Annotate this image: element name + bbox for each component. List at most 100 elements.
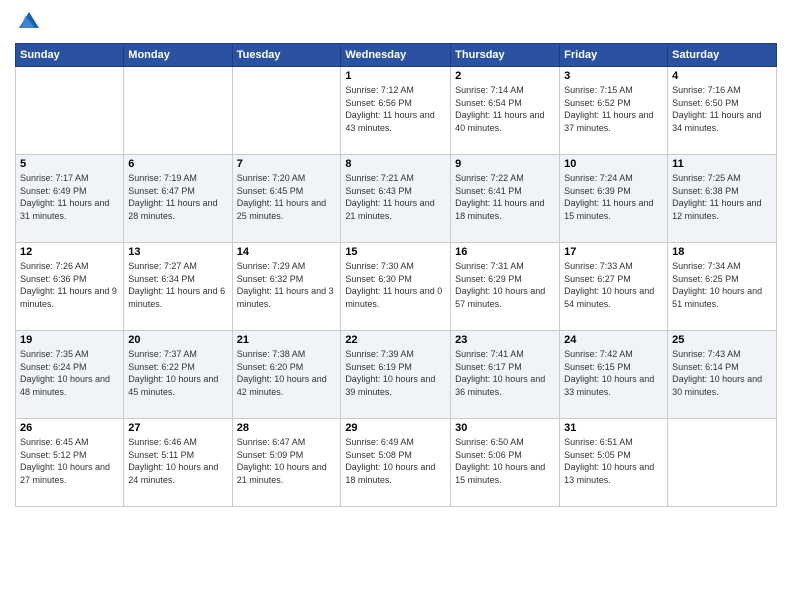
day-number: 1 — [345, 70, 446, 82]
calendar-cell: 15 Sunrise: 7:30 AM Sunset: 6:30 PM Dayli… — [341, 243, 451, 331]
calendar-week-4: 19 Sunrise: 7:35 AM Sunset: 6:24 PM Dayli… — [16, 331, 777, 419]
day-number: 28 — [237, 422, 337, 434]
calendar-cell: 25Sunrise: 7:43 AM Sunset: 6:14 PM Dayli… — [668, 331, 777, 419]
day-info: Sunrise: 6:47 AM Sunset: 5:09 PM Dayligh… — [237, 436, 337, 486]
day-info: Sunrise: 7:16 AM Sunset: 6:50 PM Dayligh… — [672, 84, 772, 134]
calendar-cell: 9 Sunrise: 7:22 AM Sunset: 6:41 PM Daylig… — [451, 155, 560, 243]
calendar-cell: 31Sunrise: 6:51 AM Sunset: 5:05 PM Dayli… — [560, 419, 668, 507]
day-number: 8 — [345, 158, 446, 170]
day-number: 22 — [345, 334, 446, 346]
calendar-cell: 8 Sunrise: 7:21 AM Sunset: 6:43 PM Daylig… — [341, 155, 451, 243]
day-info: Sunrise: 6:50 AM Sunset: 5:06 PM Dayligh… — [455, 436, 555, 486]
calendar-cell: 5Sunrise: 7:17 AM Sunset: 6:49 PM Daylig… — [16, 155, 124, 243]
day-number: 4 — [672, 70, 772, 82]
calendar: SundayMondayTuesdayWednesdayThursdayFrid… — [15, 43, 777, 507]
day-info: Sunrise: 7:15 AM Sunset: 6:52 PM Dayligh… — [564, 84, 663, 134]
day-number: 5 — [20, 158, 119, 170]
calendar-header-wednesday: Wednesday — [341, 44, 451, 67]
day-info: Sunrise: 7:26 AM Sunset: 6:36 PM Dayligh… — [20, 260, 119, 310]
day-number: 17 — [564, 246, 663, 258]
calendar-cell — [16, 67, 124, 155]
day-number: 21 — [237, 334, 337, 346]
day-number: 25 — [672, 334, 772, 346]
calendar-week-5: 26 Sunrise: 6:45 AM Sunset: 5:12 PM Dayli… — [16, 419, 777, 507]
calendar-header-saturday: Saturday — [668, 44, 777, 67]
calendar-cell: 18Sunrise: 7:34 AM Sunset: 6:25 PM Dayli… — [668, 243, 777, 331]
day-info: Sunrise: 7:31 AM Sunset: 6:29 PM Dayligh… — [455, 260, 555, 310]
day-number: 11 — [672, 158, 772, 170]
day-number: 6 — [128, 158, 227, 170]
day-number: 26 — [20, 422, 119, 434]
day-info: Sunrise: 7:39 AM Sunset: 6:19 PM Dayligh… — [345, 348, 446, 398]
day-info: Sunrise: 6:46 AM Sunset: 5:11 PM Dayligh… — [128, 436, 227, 486]
calendar-cell: 26 Sunrise: 6:45 AM Sunset: 5:12 PM Dayli… — [16, 419, 124, 507]
calendar-cell — [124, 67, 232, 155]
day-number: 19 — [20, 334, 119, 346]
day-info: Sunrise: 7:33 AM Sunset: 6:27 PM Dayligh… — [564, 260, 663, 310]
day-info: Sunrise: 6:49 AM Sunset: 5:08 PM Dayligh… — [345, 436, 446, 486]
calendar-cell: 22 Sunrise: 7:39 AM Sunset: 6:19 PM Dayli… — [341, 331, 451, 419]
logo — [15, 10, 41, 35]
calendar-header-row: SundayMondayTuesdayWednesdayThursdayFrid… — [16, 44, 777, 67]
calendar-cell: 12 Sunrise: 7:26 AM Sunset: 6:36 PM Dayli… — [16, 243, 124, 331]
calendar-cell: 29 Sunrise: 6:49 AM Sunset: 5:08 PM Dayli… — [341, 419, 451, 507]
day-info: Sunrise: 7:21 AM Sunset: 6:43 PM Dayligh… — [345, 172, 446, 222]
calendar-cell: 2 Sunrise: 7:14 AM Sunset: 6:54 PM Daylig… — [451, 67, 560, 155]
day-info: Sunrise: 7:42 AM Sunset: 6:15 PM Dayligh… — [564, 348, 663, 398]
calendar-cell: 4 Sunrise: 7:16 AM Sunset: 6:50 PM Daylig… — [668, 67, 777, 155]
day-number: 2 — [455, 70, 555, 82]
day-info: Sunrise: 6:45 AM Sunset: 5:12 PM Dayligh… — [20, 436, 119, 486]
day-info: Sunrise: 7:38 AM Sunset: 6:20 PM Dayligh… — [237, 348, 337, 398]
calendar-cell: 21 Sunrise: 7:38 AM Sunset: 6:20 PM Dayli… — [232, 331, 341, 419]
day-info: Sunrise: 7:41 AM Sunset: 6:17 PM Dayligh… — [455, 348, 555, 398]
header — [15, 10, 777, 35]
calendar-header-monday: Monday — [124, 44, 232, 67]
day-number: 9 — [455, 158, 555, 170]
day-info: Sunrise: 7:24 AM Sunset: 6:39 PM Dayligh… — [564, 172, 663, 222]
day-info: Sunrise: 7:30 AM Sunset: 6:30 PM Dayligh… — [345, 260, 446, 310]
calendar-cell: 20 Sunrise: 7:37 AM Sunset: 6:22 PM Dayli… — [124, 331, 232, 419]
day-number: 3 — [564, 70, 663, 82]
day-info: Sunrise: 7:14 AM Sunset: 6:54 PM Dayligh… — [455, 84, 555, 134]
calendar-cell: 10Sunrise: 7:24 AM Sunset: 6:39 PM Dayli… — [560, 155, 668, 243]
day-info: Sunrise: 7:19 AM Sunset: 6:47 PM Dayligh… — [128, 172, 227, 222]
calendar-header-thursday: Thursday — [451, 44, 560, 67]
day-number: 23 — [455, 334, 555, 346]
day-number: 30 — [455, 422, 555, 434]
day-info: Sunrise: 7:25 AM Sunset: 6:38 PM Dayligh… — [672, 172, 772, 222]
calendar-cell: 30 Sunrise: 6:50 AM Sunset: 5:06 PM Dayli… — [451, 419, 560, 507]
day-number: 29 — [345, 422, 446, 434]
day-number: 12 — [20, 246, 119, 258]
day-number: 14 — [237, 246, 337, 258]
day-info: Sunrise: 7:29 AM Sunset: 6:32 PM Dayligh… — [237, 260, 337, 310]
calendar-cell — [668, 419, 777, 507]
calendar-header-sunday: Sunday — [16, 44, 124, 67]
logo-icon — [17, 10, 41, 30]
page: SundayMondayTuesdayWednesdayThursdayFrid… — [0, 0, 792, 612]
calendar-cell: 28 Sunrise: 6:47 AM Sunset: 5:09 PM Dayli… — [232, 419, 341, 507]
calendar-cell: 6 Sunrise: 7:19 AM Sunset: 6:47 PM Daylig… — [124, 155, 232, 243]
calendar-cell — [232, 67, 341, 155]
day-number: 15 — [345, 246, 446, 258]
day-number: 31 — [564, 422, 663, 434]
day-info: Sunrise: 7:22 AM Sunset: 6:41 PM Dayligh… — [455, 172, 555, 222]
day-number: 20 — [128, 334, 227, 346]
day-number: 16 — [455, 246, 555, 258]
calendar-header-tuesday: Tuesday — [232, 44, 341, 67]
calendar-cell: 24Sunrise: 7:42 AM Sunset: 6:15 PM Dayli… — [560, 331, 668, 419]
day-info: Sunrise: 7:37 AM Sunset: 6:22 PM Dayligh… — [128, 348, 227, 398]
day-info: Sunrise: 7:35 AM Sunset: 6:24 PM Dayligh… — [20, 348, 119, 398]
day-info: Sunrise: 7:20 AM Sunset: 6:45 PM Dayligh… — [237, 172, 337, 222]
calendar-cell: 27Sunrise: 6:46 AM Sunset: 5:11 PM Dayli… — [124, 419, 232, 507]
calendar-cell: 23 Sunrise: 7:41 AM Sunset: 6:17 PM Dayli… — [451, 331, 560, 419]
calendar-cell: 7Sunrise: 7:20 AM Sunset: 6:45 PM Daylig… — [232, 155, 341, 243]
calendar-cell: 19 Sunrise: 7:35 AM Sunset: 6:24 PM Dayli… — [16, 331, 124, 419]
day-number: 18 — [672, 246, 772, 258]
day-info: Sunrise: 7:27 AM Sunset: 6:34 PM Dayligh… — [128, 260, 227, 310]
calendar-week-3: 12 Sunrise: 7:26 AM Sunset: 6:36 PM Dayli… — [16, 243, 777, 331]
calendar-cell: 3 Sunrise: 7:15 AM Sunset: 6:52 PM Daylig… — [560, 67, 668, 155]
day-number: 13 — [128, 246, 227, 258]
calendar-cell: 14 Sunrise: 7:29 AM Sunset: 6:32 PM Dayli… — [232, 243, 341, 331]
calendar-cell: 1Sunrise: 7:12 AM Sunset: 6:56 PM Daylig… — [341, 67, 451, 155]
calendar-week-2: 5Sunrise: 7:17 AM Sunset: 6:49 PM Daylig… — [16, 155, 777, 243]
